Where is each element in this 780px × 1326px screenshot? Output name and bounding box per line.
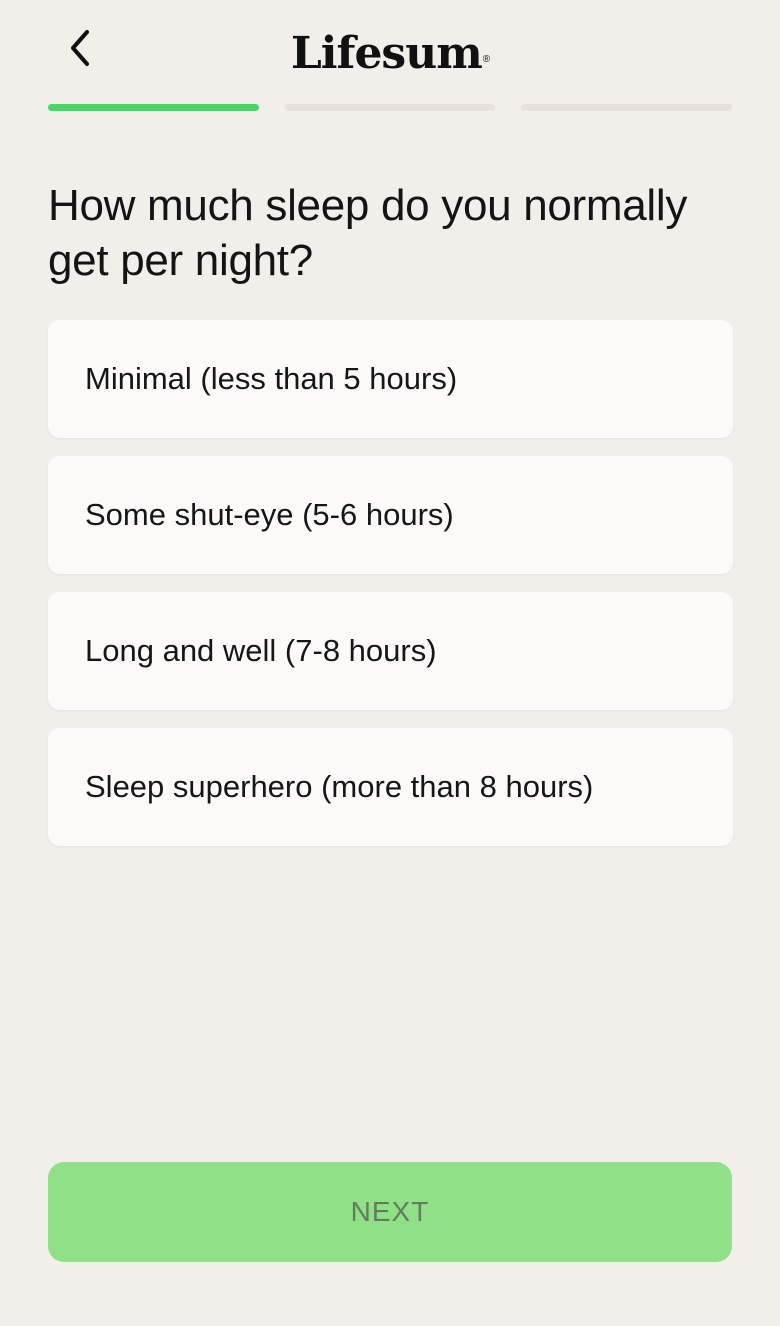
progress-bar xyxy=(48,104,733,111)
progress-segment-3 xyxy=(521,104,733,111)
logo-text: Lifesum xyxy=(290,28,483,79)
next-button[interactable]: NEXT xyxy=(48,1162,732,1262)
option-long-and-well[interactable]: Long and well (7-8 hours) xyxy=(48,592,733,710)
option-label: Some shut-eye (5-6 hours) xyxy=(85,497,454,532)
option-label: Minimal (less than 5 hours) xyxy=(85,361,458,396)
next-button-label: NEXT xyxy=(350,1196,430,1227)
progress-segment-1 xyxy=(48,104,259,111)
header: Lifesum® xyxy=(0,0,780,100)
question-title: How much sleep do you normally get per n… xyxy=(48,181,688,285)
app-logo: Lifesum® xyxy=(0,26,780,82)
option-label: Sleep superhero (more than 8 hours) xyxy=(85,769,594,804)
registered-mark: ® xyxy=(482,54,490,65)
progress-segment-2 xyxy=(284,104,496,111)
option-minimal[interactable]: Minimal (less than 5 hours) xyxy=(48,320,733,438)
option-label: Long and well (7-8 hours) xyxy=(85,633,437,668)
option-some-shut-eye[interactable]: Some shut-eye (5-6 hours) xyxy=(48,456,733,574)
option-sleep-superhero[interactable]: Sleep superhero (more than 8 hours) xyxy=(48,728,733,846)
options-list: Minimal (less than 5 hours) Some shut-ey… xyxy=(48,320,733,864)
